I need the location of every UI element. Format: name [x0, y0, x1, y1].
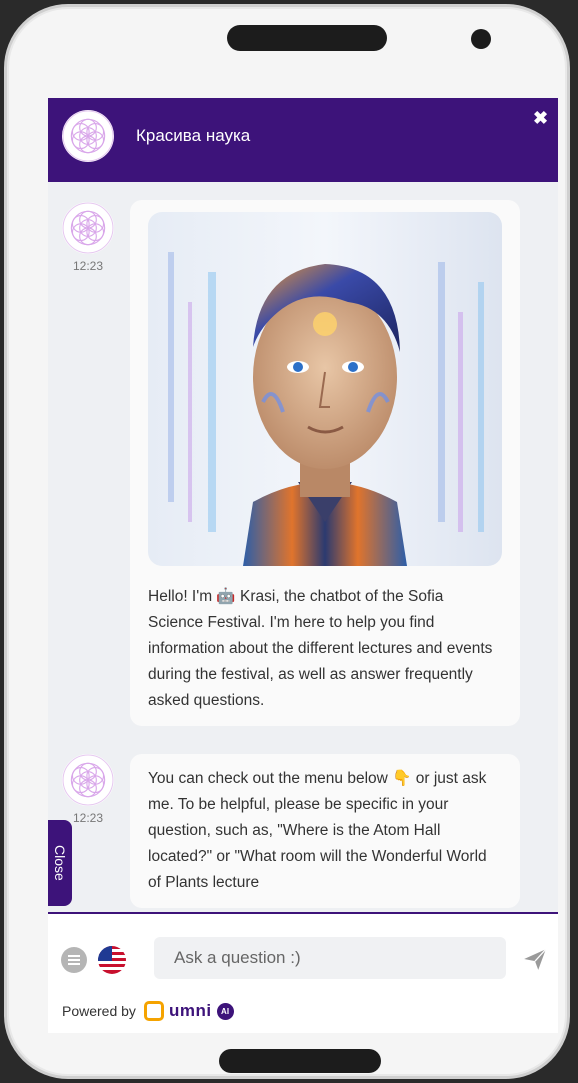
- umni-logo[interactable]: umni AI: [143, 1001, 234, 1021]
- message-bubble: You can check out the menu below 👇 or ju…: [130, 754, 520, 908]
- flower-of-life-icon: [62, 754, 114, 806]
- message-bubble: Hello! I'm 🤖 Krasi, the chatbot of the S…: [130, 200, 520, 726]
- us-flag-icon[interactable]: [98, 946, 126, 974]
- powered-by: Powered by umni AI: [62, 1001, 234, 1021]
- robot-emoji-icon: 🤖: [216, 588, 236, 605]
- flower-of-life-icon: [62, 110, 114, 162]
- message-text: You can check out the menu below 👇 or ju…: [148, 770, 487, 891]
- phone-speaker: [227, 25, 387, 51]
- chat-title: Красива наука: [136, 126, 251, 145]
- pointing-down-emoji-icon: 👇: [392, 770, 412, 787]
- bot-avatar: [62, 202, 114, 254]
- bot-avatar: [62, 754, 114, 806]
- phone-camera: [471, 29, 491, 49]
- menu-icon[interactable]: [61, 947, 87, 973]
- chatbot-portrait-image: [148, 212, 502, 566]
- umni-face-icon: [143, 1001, 164, 1021]
- header-avatar: [62, 110, 114, 162]
- phone-home-bar: [219, 1049, 381, 1073]
- send-icon[interactable]: [522, 946, 548, 972]
- ai-badge: AI: [216, 1002, 234, 1020]
- close-tab-button[interactable]: Close: [48, 820, 72, 906]
- message-time: 12:23: [72, 259, 104, 273]
- chat-widget: Красива наука ✖ 12:23 Hello! I'm 🤖 Krasi…: [48, 98, 558, 1033]
- phone-frame: Красива наука ✖ 12:23 Hello! I'm 🤖 Krasi…: [4, 4, 570, 1079]
- flower-of-life-icon: [62, 202, 114, 254]
- question-input[interactable]: [154, 937, 506, 979]
- close-icon[interactable]: ✖: [533, 108, 548, 129]
- message-text: Hello! I'm 🤖 Krasi, the chatbot of the S…: [148, 588, 493, 709]
- chat-header: Красива наука ✖: [48, 98, 558, 182]
- input-bar: Powered by umni AI: [48, 914, 558, 1033]
- message-list[interactable]: 12:23 Hello! I'm 🤖 Krasi, the chatbot of…: [48, 182, 558, 912]
